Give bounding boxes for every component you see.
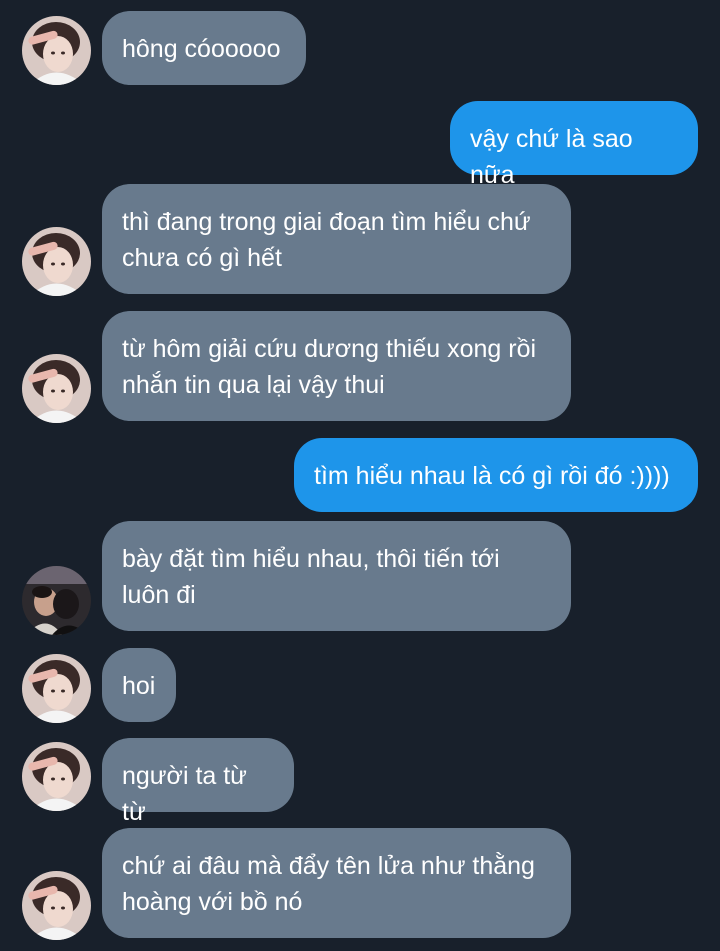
message-bubble[interactable]: vậy chứ là sao nữa xyxy=(450,101,698,189)
message-text: từ hôm giải cứu dương thiếu xong rồi nhắ… xyxy=(122,335,537,399)
girl-avatar-icon[interactable] xyxy=(22,16,91,85)
message-text: hoi xyxy=(122,672,156,700)
chat-conversation: hông cóooooo vậy chứ là sao nữa thì đang… xyxy=(0,0,720,951)
message-text: người ta từ từ xyxy=(122,762,247,826)
girl-avatar-icon[interactable] xyxy=(22,871,91,940)
message-bubble[interactable]: người ta từ từ xyxy=(102,738,294,826)
message-text: bày đặt tìm hiểu nhau, thôi tiến tới luô… xyxy=(122,545,500,609)
message-bubble[interactable]: từ hôm giải cứu dương thiếu xong rồi nhắ… xyxy=(102,311,571,421)
message-bubble[interactable]: thì đang trong giai đoạn tìm hiểu chứ ch… xyxy=(102,184,571,294)
message-bubble[interactable]: hoi xyxy=(102,648,176,722)
message-bubble[interactable]: tìm hiểu nhau là có gì rồi đó :)))) xyxy=(294,438,698,512)
girl-avatar-icon[interactable] xyxy=(22,742,91,811)
message-text: chứ ai đâu mà đẩy tên lửa như thằng hoàn… xyxy=(122,852,535,916)
message-bubble[interactable]: bày đặt tìm hiểu nhau, thôi tiến tới luô… xyxy=(102,521,571,631)
message-bubble[interactable]: hông cóooooo xyxy=(102,11,306,85)
message-text: hông cóooooo xyxy=(122,35,281,63)
girl-avatar-icon[interactable] xyxy=(22,654,91,723)
message-text: vậy chứ là sao nữa xyxy=(470,125,633,189)
girl-avatar-icon[interactable] xyxy=(22,354,91,423)
couple-avatar-icon[interactable] xyxy=(22,566,91,635)
message-bubble[interactable]: chứ ai đâu mà đẩy tên lửa như thằng hoàn… xyxy=(102,828,571,938)
message-text: thì đang trong giai đoạn tìm hiểu chứ ch… xyxy=(122,208,531,272)
girl-avatar-icon[interactable] xyxy=(22,227,91,296)
message-text: tìm hiểu nhau là có gì rồi đó :)))) xyxy=(314,462,670,490)
